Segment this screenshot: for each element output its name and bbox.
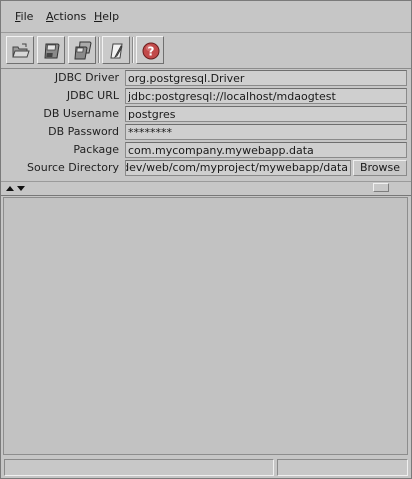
output-panel (3, 197, 408, 455)
status-right (277, 459, 408, 476)
package-label: Package (73, 143, 119, 156)
svg-text:?: ? (148, 45, 155, 59)
menu-bar: File Actions Help (1, 1, 411, 33)
package-field[interactable] (125, 142, 407, 158)
source-directory-field[interactable]: e/user/dev/web/com/myproject/mywebapp/da… (125, 160, 351, 176)
help-icon: ? (142, 42, 160, 60)
source-directory-label: Source Directory (27, 161, 119, 174)
split-pane-divider[interactable] (1, 181, 411, 196)
help-button[interactable]: ? (136, 36, 164, 64)
source-directory-value: e/user/dev/web/com/myproject/mywebapp/da… (126, 161, 348, 174)
db-password-field[interactable] (125, 124, 407, 140)
jdbc-url-field[interactable] (125, 88, 407, 104)
row-jdbc-driver: JDBC Driver (1, 69, 411, 87)
menu-help[interactable]: Help (94, 10, 119, 23)
row-db-username: DB Username (1, 105, 411, 123)
jdbc-url-label: JDBC URL (66, 89, 119, 102)
save-icon (44, 43, 60, 59)
open-button[interactable] (6, 36, 34, 64)
menu-file[interactable]: File (15, 10, 33, 23)
menu-help-label: elp (102, 10, 120, 23)
jdbc-driver-label: JDBC Driver (54, 71, 119, 84)
edit-document-icon (110, 43, 123, 59)
db-username-field[interactable] (125, 106, 407, 122)
save-all-button[interactable] (68, 36, 96, 64)
save-button[interactable] (37, 36, 65, 64)
row-db-password: DB Password (1, 123, 411, 141)
browse-button[interactable]: Browse (353, 160, 407, 176)
row-source-directory: Source Directory e/user/dev/web/com/mypr… (1, 159, 411, 177)
app-window: File Actions Help ? JDBC Driver org.post… (0, 0, 412, 479)
menu-actions[interactable]: Actions (46, 10, 86, 23)
menu-file-label: ile (20, 10, 34, 23)
jdbc-driver-field[interactable] (125, 70, 407, 86)
split-arrows-icon[interactable] (5, 184, 27, 192)
toolbar-separator (132, 37, 134, 63)
open-folder-icon (12, 43, 30, 58)
db-username-label: DB Username (43, 107, 119, 120)
connection-form: JDBC Driver JDBC URL DB Username DB Pass… (1, 69, 411, 179)
row-jdbc-url: JDBC URL (1, 87, 411, 105)
status-left (4, 459, 274, 476)
status-bar (1, 458, 411, 478)
save-all-icon (74, 41, 92, 60)
toolbar: ? (1, 33, 411, 69)
toolbar-separator (98, 37, 100, 63)
row-package: Package (1, 141, 411, 159)
db-password-label: DB Password (48, 125, 119, 138)
split-handle[interactable] (373, 183, 389, 192)
edit-button[interactable] (102, 36, 130, 64)
menu-actions-label: ctions (53, 10, 87, 23)
